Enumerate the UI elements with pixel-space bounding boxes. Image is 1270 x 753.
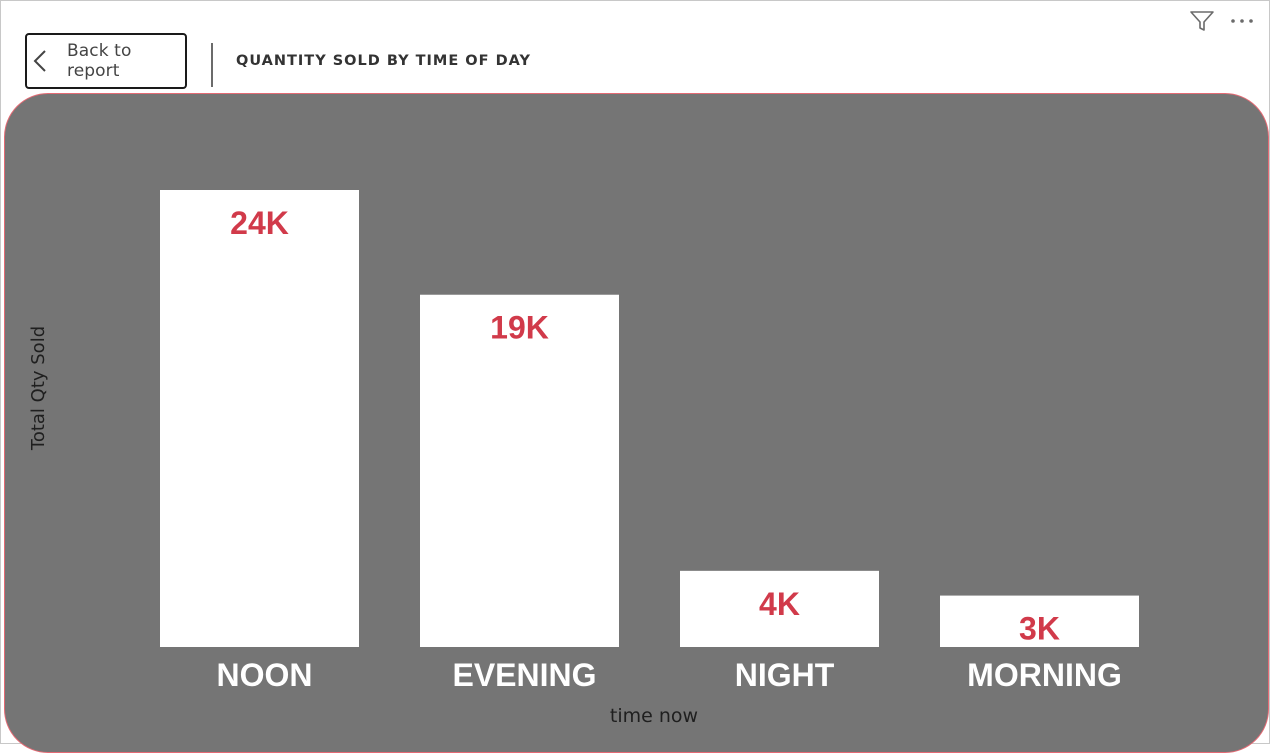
- category-label-noon: NOON: [217, 657, 313, 693]
- visual-frame: Back to report QUANTITY SOLD BY TIME OF …: [0, 0, 1270, 753]
- data-label-morning: 3K: [1019, 611, 1060, 647]
- data-label-evening: 19K: [490, 310, 549, 346]
- data-label-noon: 24K: [230, 205, 289, 241]
- bar-series: 24K NOON 19K EVENING 4K NIGHT 3K MORNING: [160, 190, 1139, 693]
- y-axis-label: Total Qty Sold: [28, 326, 49, 451]
- bar-evening[interactable]: [420, 294, 619, 647]
- data-label-night: 4K: [759, 586, 800, 622]
- x-axis-label: time now: [610, 705, 698, 727]
- category-label-evening: EVENING: [452, 657, 596, 693]
- bar-chart: Total Qty Sold time now 24K NOON 19K EVENIN…: [28, 190, 1139, 727]
- category-label-morning: MORNING: [967, 657, 1122, 693]
- category-label-night: NIGHT: [735, 657, 835, 693]
- bar-noon[interactable]: [160, 190, 359, 647]
